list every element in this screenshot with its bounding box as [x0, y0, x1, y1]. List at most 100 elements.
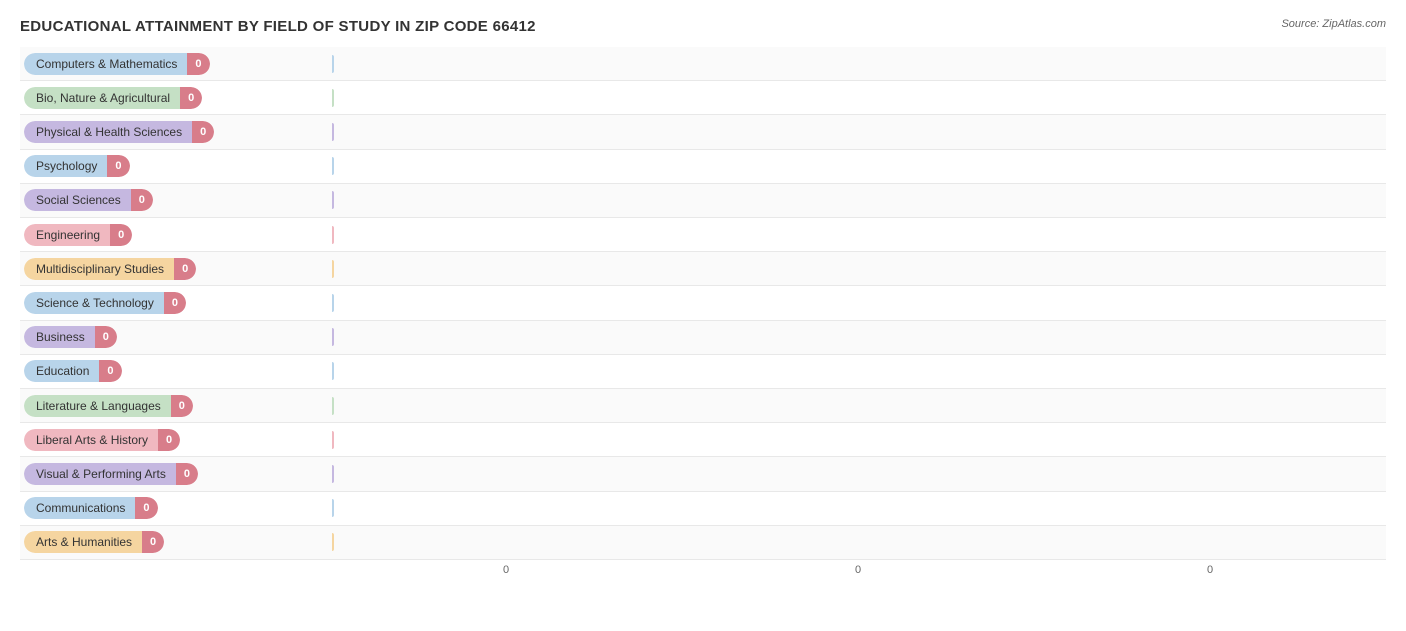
bar-pill: Business 0	[24, 326, 117, 348]
bar-fill	[332, 157, 334, 175]
bar-track	[332, 123, 1386, 141]
x-label-3: 0	[1034, 564, 1386, 576]
bar-pill: Liberal Arts & History 0	[24, 429, 180, 451]
pill-value: 0	[192, 121, 214, 143]
bar-row: Multidisciplinary Studies 0	[20, 252, 1386, 286]
pill-value: 0	[180, 87, 202, 109]
pill-value: 0	[95, 326, 117, 348]
bar-pill: Science & Technology 0	[24, 292, 186, 314]
x-label-2: 0	[682, 564, 1034, 576]
pill-label: Psychology	[24, 155, 107, 177]
bar-label-wrap: Psychology 0	[20, 155, 330, 177]
bar-row: Bio, Nature & Agricultural 0	[20, 81, 1386, 115]
bar-fill	[332, 465, 334, 483]
chart-container: EDUCATIONAL ATTAINMENT BY FIELD OF STUDY…	[0, 0, 1406, 631]
bar-fill	[332, 89, 334, 107]
bar-label-wrap: Liberal Arts & History 0	[20, 429, 330, 451]
bar-pill: Psychology 0	[24, 155, 130, 177]
chart-header: EDUCATIONAL ATTAINMENT BY FIELD OF STUDY…	[20, 18, 1386, 35]
bar-label-wrap: Business 0	[20, 326, 330, 348]
chart-body: Computers & Mathematics 0 Bio, Nature & …	[20, 47, 1386, 560]
bar-track	[332, 499, 1386, 517]
bar-fill	[332, 397, 334, 415]
pill-value: 0	[174, 258, 196, 280]
bar-row: Business 0	[20, 321, 1386, 355]
pill-label: Communications	[24, 497, 135, 519]
pill-label: Science & Technology	[24, 292, 164, 314]
bar-row: Engineering 0	[20, 218, 1386, 252]
pill-label: Business	[24, 326, 95, 348]
bar-label-wrap: Bio, Nature & Agricultural 0	[20, 87, 330, 109]
bar-track	[332, 431, 1386, 449]
bar-pill: Computers & Mathematics 0	[24, 53, 210, 75]
bar-label-wrap: Multidisciplinary Studies 0	[20, 258, 330, 280]
bar-pill: Physical & Health Sciences 0	[24, 121, 214, 143]
bar-pill: Social Sciences 0	[24, 189, 153, 211]
bar-fill	[332, 533, 334, 551]
chart-source: Source: ZipAtlas.com	[1281, 18, 1386, 30]
bar-row: Psychology 0	[20, 150, 1386, 184]
pill-value: 0	[142, 531, 164, 553]
bar-row: Communications 0	[20, 492, 1386, 526]
bar-track	[332, 465, 1386, 483]
bar-row: Education 0	[20, 355, 1386, 389]
bar-pill: Engineering 0	[24, 224, 132, 246]
bar-fill	[332, 294, 334, 312]
pill-value: 0	[164, 292, 186, 314]
bar-fill	[332, 431, 334, 449]
bar-row: Computers & Mathematics 0	[20, 47, 1386, 81]
bar-pill: Bio, Nature & Agricultural 0	[24, 87, 202, 109]
bar-fill	[332, 123, 334, 141]
bar-fill	[332, 260, 334, 278]
bar-fill	[332, 362, 334, 380]
bar-track	[332, 362, 1386, 380]
bar-row: Literature & Languages 0	[20, 389, 1386, 423]
bar-label-wrap: Computers & Mathematics 0	[20, 53, 330, 75]
bar-fill	[332, 55, 334, 73]
pill-label: Liberal Arts & History	[24, 429, 158, 451]
bar-label-wrap: Arts & Humanities 0	[20, 531, 330, 553]
pill-value: 0	[187, 53, 209, 75]
pill-value: 0	[158, 429, 180, 451]
bar-track	[332, 328, 1386, 346]
bars-area: Computers & Mathematics 0 Bio, Nature & …	[20, 47, 1386, 560]
pill-label: Multidisciplinary Studies	[24, 258, 174, 280]
pill-value: 0	[171, 395, 193, 417]
bar-pill: Multidisciplinary Studies 0	[24, 258, 196, 280]
bar-label-wrap: Education 0	[20, 360, 330, 382]
bar-row: Liberal Arts & History 0	[20, 423, 1386, 457]
pill-value: 0	[131, 189, 153, 211]
bar-pill: Visual & Performing Arts 0	[24, 463, 198, 485]
bar-label-wrap: Engineering 0	[20, 224, 330, 246]
pill-value: 0	[99, 360, 121, 382]
bar-track	[332, 191, 1386, 209]
pill-value: 0	[107, 155, 129, 177]
chart-title: EDUCATIONAL ATTAINMENT BY FIELD OF STUDY…	[20, 18, 536, 35]
bar-row: Visual & Performing Arts 0	[20, 457, 1386, 491]
pill-label: Engineering	[24, 224, 110, 246]
bar-track	[332, 533, 1386, 551]
x-label-1: 0	[330, 564, 682, 576]
x-axis: 0 0 0	[330, 560, 1386, 576]
pill-value: 0	[135, 497, 157, 519]
bar-label-wrap: Social Sciences 0	[20, 189, 330, 211]
bar-track	[332, 157, 1386, 175]
bar-label-wrap: Literature & Languages 0	[20, 395, 330, 417]
bar-label-wrap: Science & Technology 0	[20, 292, 330, 314]
bar-row: Arts & Humanities 0	[20, 526, 1386, 560]
bar-fill	[332, 191, 334, 209]
bar-label-wrap: Communications 0	[20, 497, 330, 519]
bar-pill: Arts & Humanities 0	[24, 531, 164, 553]
bar-row: Physical & Health Sciences 0	[20, 115, 1386, 149]
pill-value: 0	[176, 463, 198, 485]
bar-fill	[332, 328, 334, 346]
bar-fill	[332, 499, 334, 517]
bar-fill	[332, 226, 334, 244]
pill-label: Bio, Nature & Agricultural	[24, 87, 180, 109]
bar-pill: Education 0	[24, 360, 122, 382]
pill-label: Computers & Mathematics	[24, 53, 187, 75]
pill-label: Arts & Humanities	[24, 531, 142, 553]
bar-track	[332, 55, 1386, 73]
pill-label: Literature & Languages	[24, 395, 171, 417]
pill-label: Education	[24, 360, 99, 382]
